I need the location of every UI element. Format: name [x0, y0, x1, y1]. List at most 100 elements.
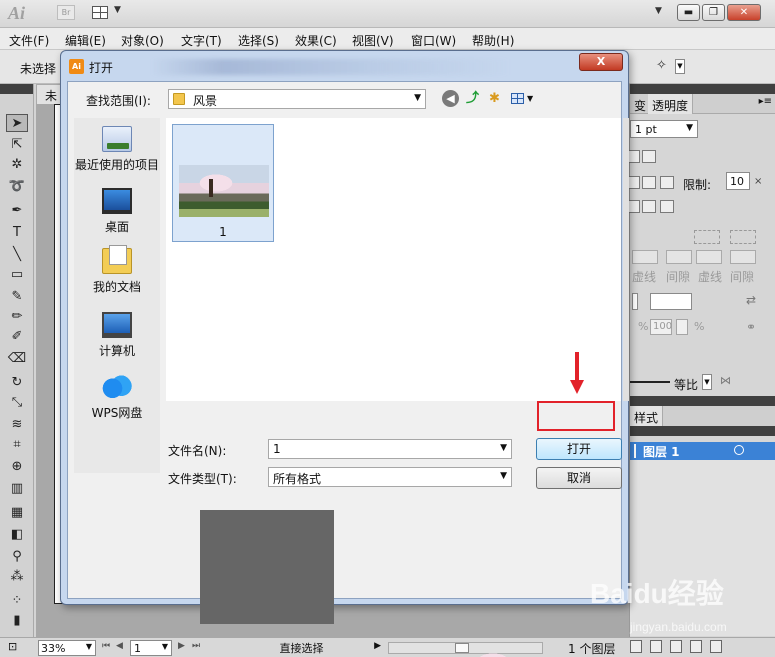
gap-input[interactable] [730, 250, 756, 264]
app-close-button[interactable]: ✕ [727, 4, 761, 21]
swap-arrowheads-icon[interactable]: ⇄ [746, 293, 756, 307]
up-folder-icon[interactable]: ⤴ [464, 90, 481, 107]
menu-window[interactable]: 窗口(W) [411, 32, 456, 49]
menu-file[interactable]: 文件(F) [9, 32, 49, 49]
file-item[interactable]: 1 [172, 124, 274, 242]
selection-tool-icon[interactable]: ➤ [6, 114, 28, 132]
flip-icon[interactable]: ⋈ [720, 374, 731, 387]
eyedropper-tool-icon[interactable]: ⚲ [6, 548, 28, 566]
magic-wand-icon[interactable]: ✧ [656, 58, 667, 73]
blend-tool-icon[interactable]: ⁂ [6, 568, 28, 586]
symbol-sprayer-tool-icon[interactable]: ⁘ [6, 592, 28, 610]
dash-style-preview[interactable] [730, 230, 756, 244]
rotate-tool-icon[interactable]: ↻ [6, 374, 28, 392]
place-computer[interactable]: 计算机 [74, 312, 160, 359]
tab-transparency[interactable]: 透明度 [648, 94, 694, 114]
cancel-button[interactable]: 取消 [536, 467, 622, 489]
scale-tool-icon[interactable]: ⤡ [6, 394, 28, 412]
panel-menu-icon[interactable]: ▸≡ [759, 96, 772, 107]
scale-input[interactable]: 100 [650, 319, 672, 335]
new-layer-icon[interactable] [690, 640, 702, 653]
arrange-documents-button[interactable]: ▼ [92, 4, 124, 22]
locate-object-icon[interactable] [630, 640, 642, 653]
make-clipping-mask-icon[interactable] [650, 640, 662, 653]
back-icon[interactable]: ◀ [442, 90, 459, 107]
scrollbar-thumb[interactable] [455, 643, 512, 657]
zoom-dropdown[interactable]: 33% ▼ [38, 640, 96, 656]
place-wps-cloud[interactable]: WPS网盘 [74, 374, 160, 421]
bridge-button[interactable]: Br [57, 5, 75, 20]
miter-limit-input[interactable]: 10 [726, 172, 750, 190]
stroke-weight-dropdown[interactable]: 1 pt ▼ [630, 120, 698, 138]
horizontal-scrollbar[interactable] [388, 642, 543, 657]
view-menu-button[interactable]: ▼ [511, 90, 535, 107]
dash-input[interactable] [696, 250, 722, 264]
direct-selection-tool-icon[interactable]: ⇱ [6, 136, 28, 154]
menu-edit[interactable]: 编辑(E) [65, 32, 106, 49]
menu-select[interactable]: 选择(S) [238, 32, 279, 49]
dash-style-preview[interactable] [694, 230, 720, 244]
type-tool-icon[interactable]: T [6, 224, 28, 242]
new-sublayer-icon[interactable] [670, 640, 682, 653]
gap-input[interactable] [666, 250, 692, 264]
look-in-dropdown[interactable]: 风景 ▼ [168, 89, 426, 109]
workspace-dropdown-icon[interactable]: ▼ [655, 6, 662, 16]
artboard-number-dropdown[interactable]: 1 ▼ [130, 640, 172, 656]
pen-tool-icon[interactable]: ✒ [6, 202, 28, 220]
blob-brush-tool-icon[interactable]: ✐ [6, 328, 28, 346]
pencil-tool-icon[interactable]: ✏ [6, 308, 28, 326]
tab-graphic-styles[interactable]: 样式 [630, 406, 664, 426]
filename-input[interactable]: 1 ▼ [268, 439, 512, 459]
chevron-down-icon[interactable]: ▼ [675, 59, 685, 74]
eraser-tool-icon[interactable]: ⌫ [6, 350, 28, 368]
previous-artboard-icon[interactable]: ◀ [116, 641, 123, 651]
dialog-close-button[interactable]: X [579, 53, 623, 71]
open-button[interactable]: 打开 [536, 438, 622, 460]
place-desktop[interactable]: 桌面 [74, 188, 160, 235]
restore-button[interactable]: ❐ [702, 4, 725, 21]
shape-builder-tool-icon[interactable]: ⊕ [6, 458, 28, 476]
menu-effect[interactable]: 效果(C) [295, 32, 337, 49]
arrowhead-start-dropdown[interactable] [632, 293, 638, 310]
vertical-scrollbar[interactable] [623, 118, 629, 401]
first-artboard-icon[interactable]: ⏮ [102, 641, 110, 651]
link-icon[interactable]: ⚭ [746, 320, 756, 334]
filetype-select[interactable]: 所有格式 ▼ [268, 467, 512, 487]
rectangle-tool-icon[interactable]: ▭ [6, 266, 28, 284]
chevron-down-icon[interactable]: ▼ [500, 443, 507, 453]
place-documents[interactable]: 我的文档 [74, 245, 160, 295]
cap-round-icon[interactable] [642, 150, 656, 163]
lasso-tool-icon[interactable]: ➰ [6, 178, 28, 196]
align-inside-icon[interactable] [642, 200, 656, 213]
corner-bevel-icon[interactable] [660, 176, 674, 189]
arrowhead-end-dropdown[interactable] [650, 293, 692, 310]
minimize-button[interactable]: ▬ [677, 4, 700, 21]
free-transform-tool-icon[interactable]: ⌗ [6, 436, 28, 454]
dash-input[interactable] [632, 250, 658, 264]
status-mode[interactable]: 直接选择 ▶ [220, 640, 383, 656]
new-folder-icon[interactable]: ✱ [486, 90, 503, 107]
file-list[interactable]: 1 [166, 118, 621, 401]
paintbrush-tool-icon[interactable]: ✎ [6, 288, 28, 306]
graph-tool-icon[interactable]: ▥ [6, 480, 28, 498]
corner-round-icon[interactable] [642, 176, 656, 189]
line-tool-icon[interactable]: ╲ [6, 246, 28, 264]
menu-view[interactable]: 视图(V) [352, 32, 394, 49]
chevron-down-icon[interactable]: ▼ [702, 374, 712, 390]
place-recent[interactable]: 最近使用的项目 [74, 126, 160, 173]
menu-object[interactable]: 对象(O) [121, 32, 164, 49]
align-outside-icon[interactable] [660, 200, 674, 213]
column-graph-tool-icon[interactable]: ▮ [6, 612, 28, 630]
last-artboard-icon[interactable]: ⏭ [192, 641, 200, 651]
scale-stepper[interactable] [676, 319, 688, 335]
menu-help[interactable]: 帮助(H) [472, 32, 514, 49]
gradient-tool-icon[interactable]: ◧ [6, 526, 28, 544]
layer-row[interactable]: 图层 1 [630, 442, 775, 460]
warp-tool-icon[interactable]: ≋ [6, 416, 28, 434]
menu-type[interactable]: 文字(T) [181, 32, 222, 49]
magic-wand-tool-icon[interactable]: ✲ [6, 156, 28, 174]
delete-layer-icon[interactable] [710, 640, 722, 653]
artboard-icon[interactable]: ⊡ [8, 640, 17, 653]
next-artboard-icon[interactable]: ▶ [178, 641, 185, 651]
mesh-tool-icon[interactable]: ▦ [6, 504, 28, 522]
